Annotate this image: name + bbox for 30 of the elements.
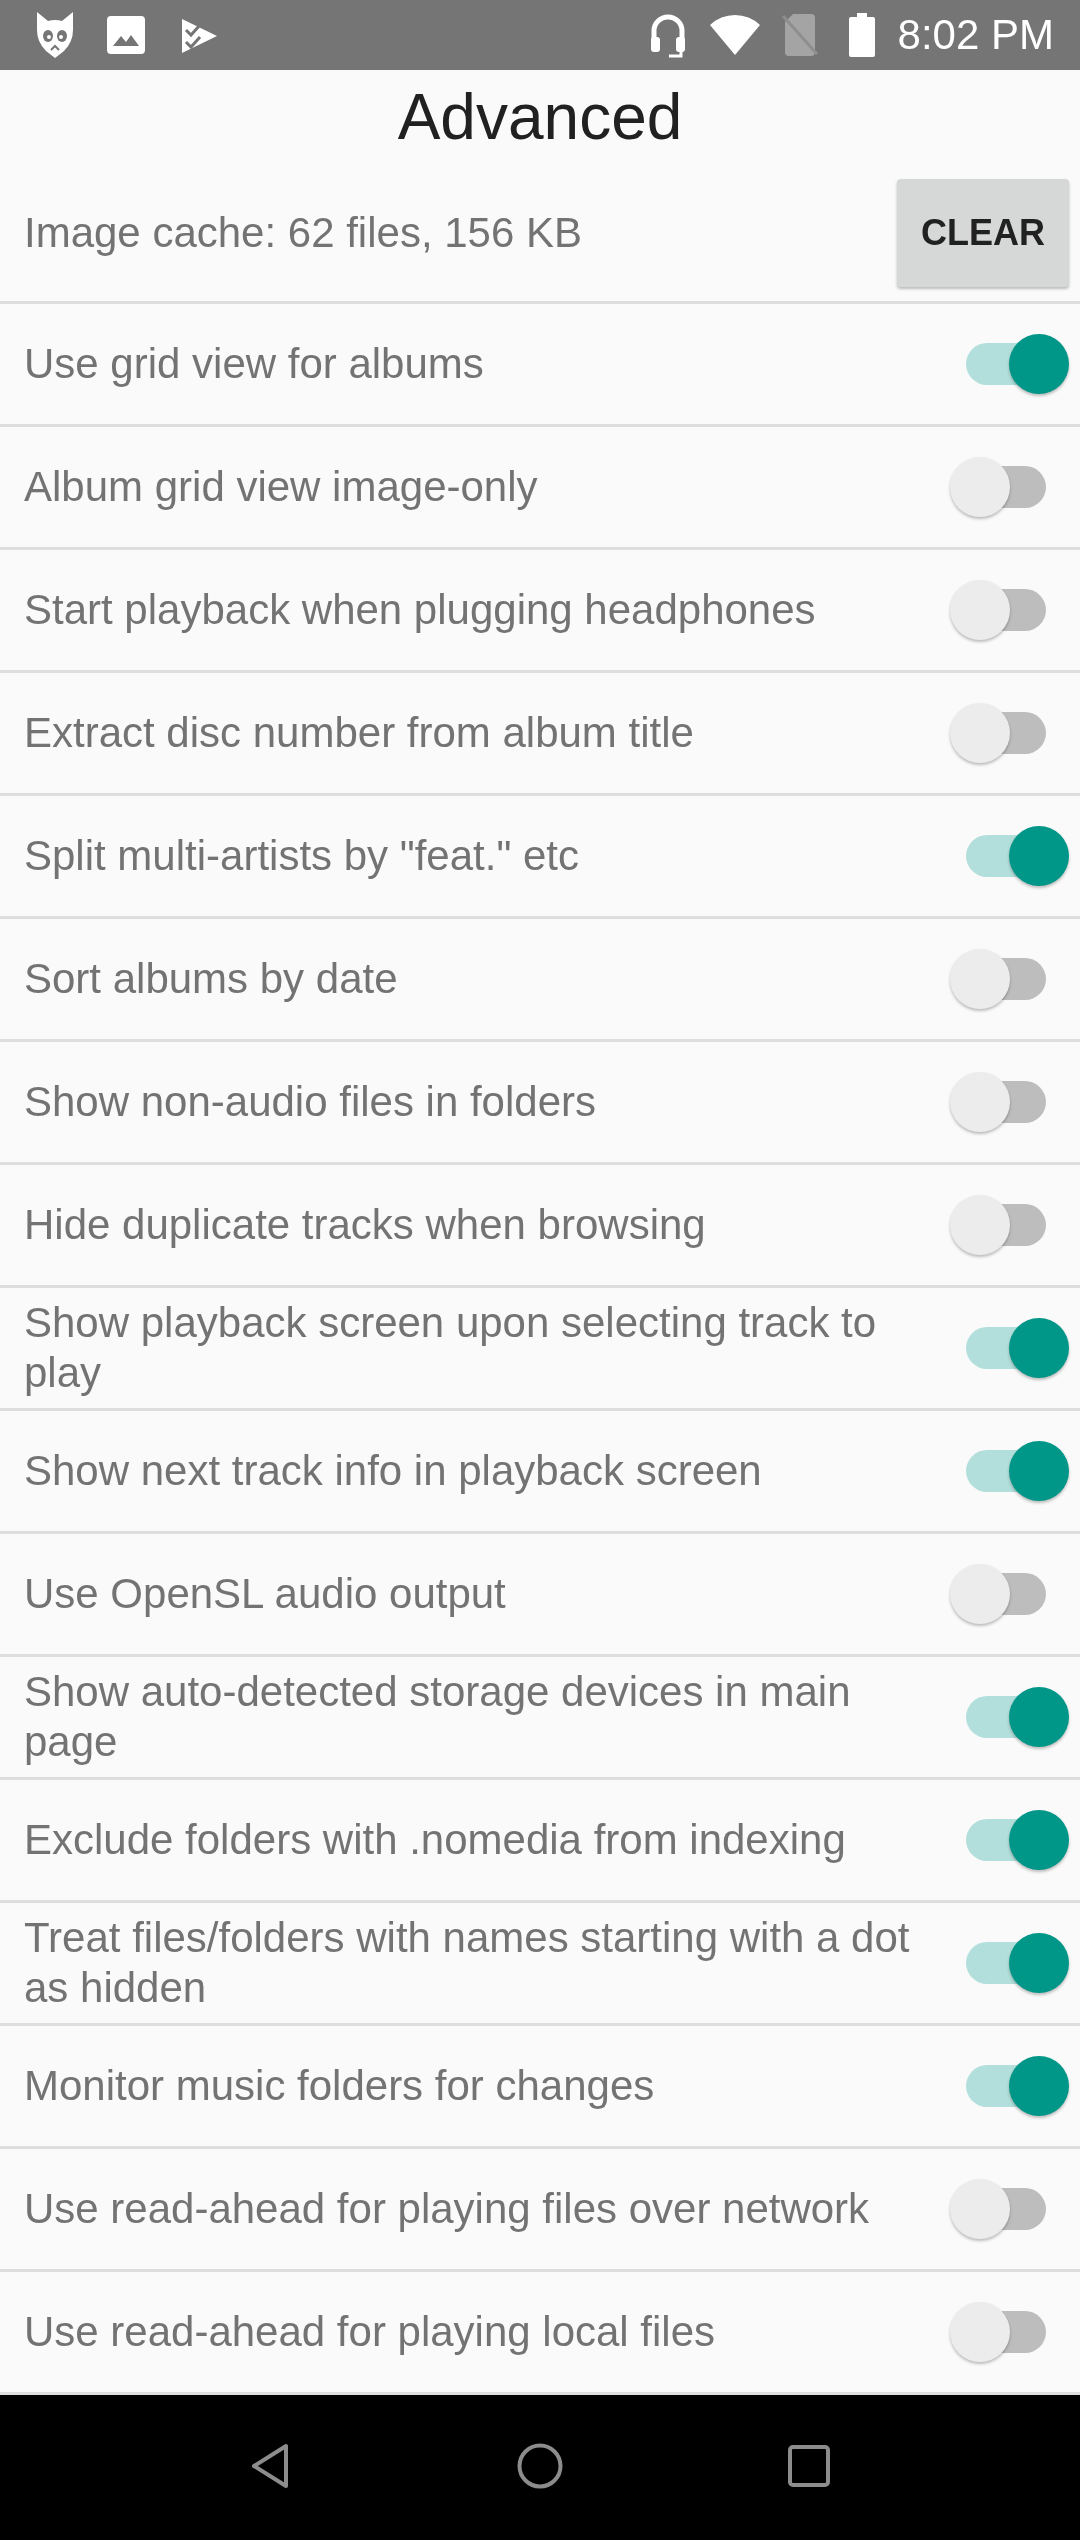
recents-icon[interactable] [788,2444,830,2487]
setting-label: Show auto-detected storage devices in main page [24,1666,852,1767]
setting-label: Treat files/folders with names starting with a dot as hidden [24,1912,911,2013]
no-sim-icon [780,13,819,57]
image-icon [107,16,145,54]
setting-label: Sort albums by date [24,953,399,1004]
setting-label: Show next track info in playback screen [24,1445,763,1496]
setting-label: Hide duplicate tracks when browsing [24,1199,707,1250]
setting-label: Monitor music folders for changes [24,2060,656,2111]
checklist-icon [180,16,218,54]
back-icon[interactable] [250,2442,290,2489]
clear-button[interactable]: CLEAR [897,179,1069,287]
setting-label: Use OpenSL audio output [24,1568,507,1619]
page-title: Advanced [397,82,683,153]
cat-head-icon [36,11,74,59]
battery-icon [848,13,875,57]
wifi-icon [708,14,761,56]
cache-info: Image cache: 62 files, 156 KB [24,207,583,258]
setting-label: Use read-ahead for playing files over network [24,2183,871,2234]
setting-label: Album grid view image-only [24,461,539,512]
setting-label: Split multi-artists by "feat." etc [24,830,580,881]
status-time: 8:02 PM [897,14,1054,56]
home-icon[interactable] [517,2442,563,2489]
setting-label: Show playback screen upon selecting track to play [24,1297,878,1398]
setting-label: Use grid view for albums [24,338,485,389]
setting-label: Show non-audio files in folders [24,1076,597,1127]
setting-label: Extract disc number from album title [24,707,695,758]
setting-label: Use read-ahead for playing local files [24,2306,717,2357]
setting-label: Exclude folders with .nomedia from indexing [24,1814,847,1865]
setting-label: Start playback when plugging headphones [24,584,817,635]
